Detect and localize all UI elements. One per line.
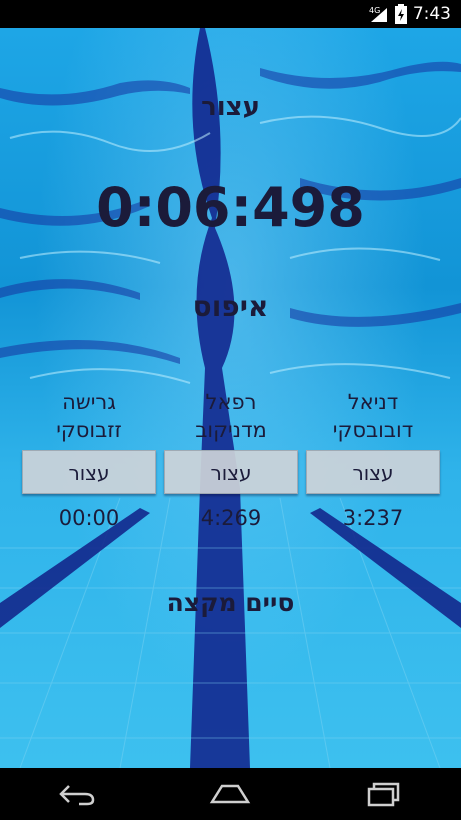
swimmer-last-name: דובובסקי <box>332 418 414 442</box>
lane-stop-button[interactable]: עצור <box>164 450 298 494</box>
lane-time: 4:269 <box>200 506 262 530</box>
lane-1: גרישה זזבוסקי עצור 00:00 <box>22 388 156 530</box>
lane-stop-button[interactable]: עצור <box>306 450 440 494</box>
svg-text:4G: 4G <box>369 6 380 15</box>
swimmer-first-name: דניאל <box>347 390 399 414</box>
swimmer-name: גרישה זזבוסקי <box>22 388 156 444</box>
status-clock: 7:43 <box>412 4 451 24</box>
lane-time: 3:237 <box>342 506 404 530</box>
recents-icon[interactable] <box>354 774 414 814</box>
swimmer-name: רפאל מדניקוב <box>164 388 298 444</box>
swimmer-first-name: גרישה <box>62 390 116 414</box>
lane-time: 00:00 <box>58 506 120 530</box>
status-bar: 4G 7:43 <box>0 0 461 28</box>
home-icon[interactable] <box>200 774 260 814</box>
finish-heat-button[interactable]: סיים מקצה <box>0 588 461 617</box>
swimmer-name: דניאל דובובסקי <box>306 388 440 444</box>
signal-icon: 4G <box>369 5 389 23</box>
battery-icon <box>394 4 407 24</box>
swimmer-last-name: מדניקוב <box>195 418 267 442</box>
lane-stop-button[interactable]: עצור <box>22 450 156 494</box>
stopwatch-status: עצור <box>201 92 260 122</box>
navigation-bar <box>0 768 461 820</box>
stopwatch-screen: עצור 0:06:498 איפוס גרישה זזבוסקי עצור 0… <box>0 28 461 768</box>
lane-3: דניאל דובובסקי עצור 3:237 <box>306 388 440 530</box>
reset-button[interactable]: איפוס <box>0 290 461 323</box>
back-icon[interactable] <box>47 774 107 814</box>
lane-2: רפאל מדניקוב עצור 4:269 <box>164 388 298 530</box>
swimmer-last-name: זזבוסקי <box>56 418 122 442</box>
elapsed-time: 0:06:498 <box>96 176 365 239</box>
swimmer-first-name: רפאל <box>205 390 257 414</box>
